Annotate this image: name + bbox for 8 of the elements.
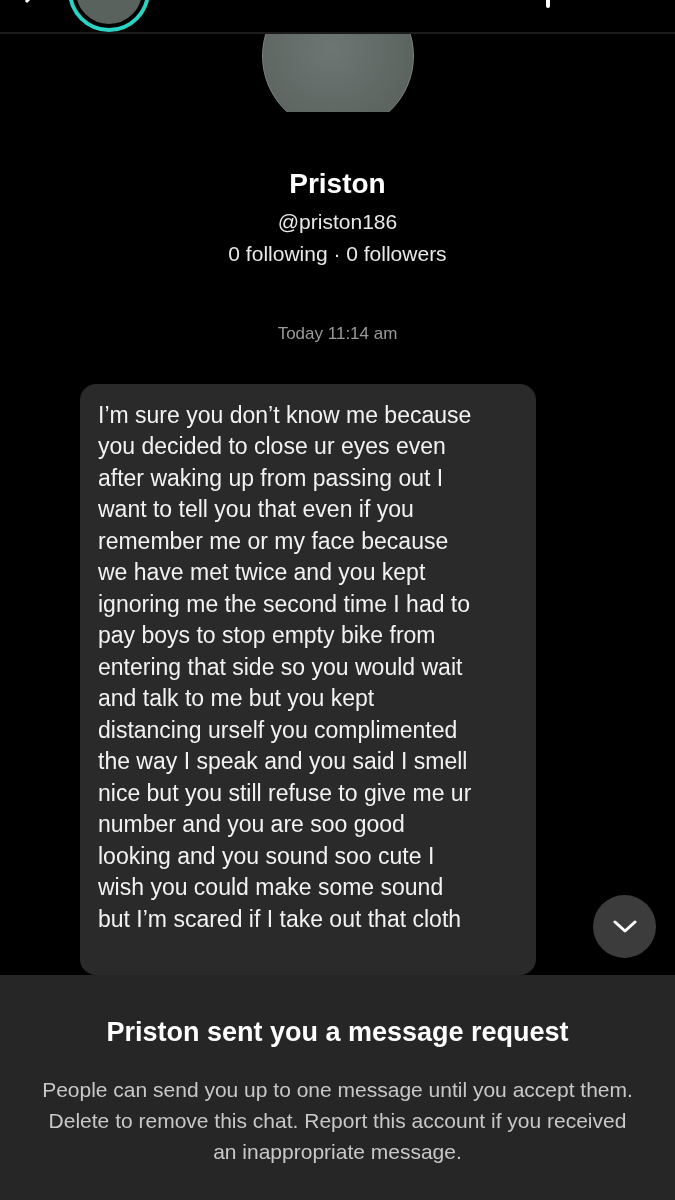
message-text: I’m sure you don’t know me because you decided to close ur eyes even after waking up from passing out I want to tell you that even if you remember me or my face because we have met twice and you kept ignoring me the second time I had to pay boys to stop empty bike from entering that side so you would wait and talk to me but you kept distancing urself you complimented the way I speak and you said I smell nice but you still refuse to give me ur number and you are soo good looking and you sound soo cute I wish you could make some sound but I’m scared if I take out that cloth: [98, 400, 473, 934]
message-timestamp: Today 11:14 am: [277, 323, 398, 344]
profile-stats: 0 following · 0 followers: [228, 241, 447, 266]
profile-handle: @priston186: [277, 209, 398, 234]
request-title: Priston sent you a message request: [106, 1017, 569, 1048]
request-description: People can send you up to one message until you accept them. Delete to remove this chat. Report this account if you received an inappropriate message.: [41, 1077, 634, 1165]
profile-name: Priston: [289, 167, 386, 200]
chevron-down-icon: [612, 919, 637, 934]
